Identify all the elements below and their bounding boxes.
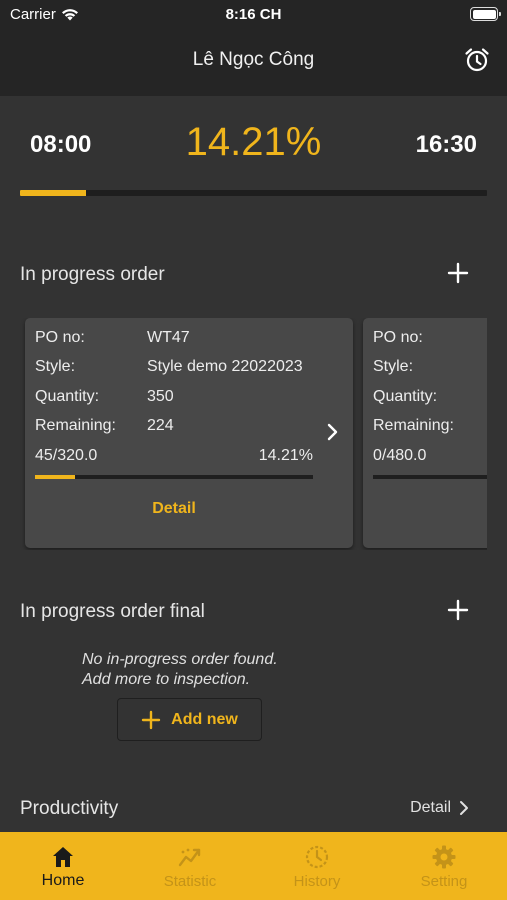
remaining-label: Remaining: <box>373 417 454 434</box>
work-timer: 08:00 14.21% 16:30 <box>0 96 507 206</box>
empty-state-line: Add more to inspection. <box>82 671 251 688</box>
empty-state-line: No in-progress order found. <box>82 651 278 668</box>
status-bar: Carrier 8:16 CH <box>0 0 507 30</box>
add-new-button[interactable]: Add new <box>117 698 262 741</box>
home-icon <box>53 847 73 867</box>
style-label: Style: <box>373 358 414 375</box>
tab-label: Setting <box>420 873 468 890</box>
po-label: PO no: <box>35 329 85 346</box>
alarm-clock-icon[interactable] <box>463 46 491 74</box>
quantity-label: Quantity: <box>373 388 438 405</box>
order-detail-button[interactable]: Detail <box>25 500 323 518</box>
shift-end-time: 16:30 <box>415 131 477 158</box>
order-progress-fill <box>35 475 75 479</box>
chevron-right-icon[interactable] <box>325 422 341 442</box>
order-progress-bar <box>35 475 313 479</box>
productivity-header: Productivity Detail <box>20 796 487 826</box>
tab-label: History <box>293 873 341 890</box>
empty-state-message: No in-progress order found. Add more to … <box>82 650 278 690</box>
tab-statistic[interactable]: Statistic <box>127 832 253 900</box>
po-label: PO no: <box>373 329 423 346</box>
style-label: Style: <box>35 358 76 375</box>
in-progress-final-header: In progress order final <box>20 597 487 627</box>
chevron-right-icon <box>460 801 468 815</box>
page-title: Lê Ngọc Công <box>192 49 315 70</box>
in-progress-order-header: In progress order <box>20 260 487 290</box>
add-new-label: Add new <box>171 710 238 728</box>
tab-setting[interactable]: Setting <box>381 832 507 900</box>
tab-label: Statistic <box>163 873 217 890</box>
status-time: 8:16 CH <box>225 6 282 23</box>
add-final-order-icon[interactable] <box>447 599 469 621</box>
tab-label: Home <box>41 872 85 889</box>
order-progress-ratio: 45/320.0 <box>35 447 98 464</box>
order-progress-ratio: 0/480.0 <box>373 447 427 464</box>
quantity-value: 350 <box>147 388 174 405</box>
shift-progress-fill <box>20 190 87 196</box>
battery-icon <box>470 7 501 21</box>
tab-history[interactable]: History <box>254 832 380 900</box>
order-card[interactable]: PO no: WT47 Style: Style demo 22022023 Q… <box>25 318 353 548</box>
chart-line-icon <box>178 848 201 867</box>
gear-icon <box>432 845 456 869</box>
remaining-value: 224 <box>147 417 174 434</box>
order-progress-bar <box>373 475 487 479</box>
productivity-detail-link[interactable]: Detail <box>410 799 469 817</box>
productivity-detail-label: Detail <box>410 799 451 816</box>
in-progress-order-title: In progress order <box>20 264 165 285</box>
order-card[interactable]: PO no: Style: Quantity: Remaining: 0/480… <box>363 318 487 548</box>
remaining-label: Remaining: <box>35 417 116 434</box>
plus-icon <box>141 710 161 729</box>
tab-home[interactable]: Home <box>0 832 126 900</box>
style-value: Style demo 22022023 <box>147 358 303 375</box>
in-progress-final-title: In progress order final <box>20 601 205 622</box>
order-carousel[interactable]: PO no: WT47 Style: Style demo 22022023 Q… <box>0 318 487 550</box>
nav-bar: Lê Ngọc Công <box>0 30 507 96</box>
shift-progress-bar <box>20 190 487 196</box>
productivity-title: Productivity <box>20 798 119 819</box>
tab-bar: Home Statistic History Setting <box>0 832 507 900</box>
quantity-label: Quantity: <box>35 388 100 405</box>
order-progress-percent: 14.21% <box>258 447 313 464</box>
po-value: WT47 <box>147 329 190 346</box>
clock-history-icon <box>305 845 329 869</box>
add-order-icon[interactable] <box>447 262 469 284</box>
